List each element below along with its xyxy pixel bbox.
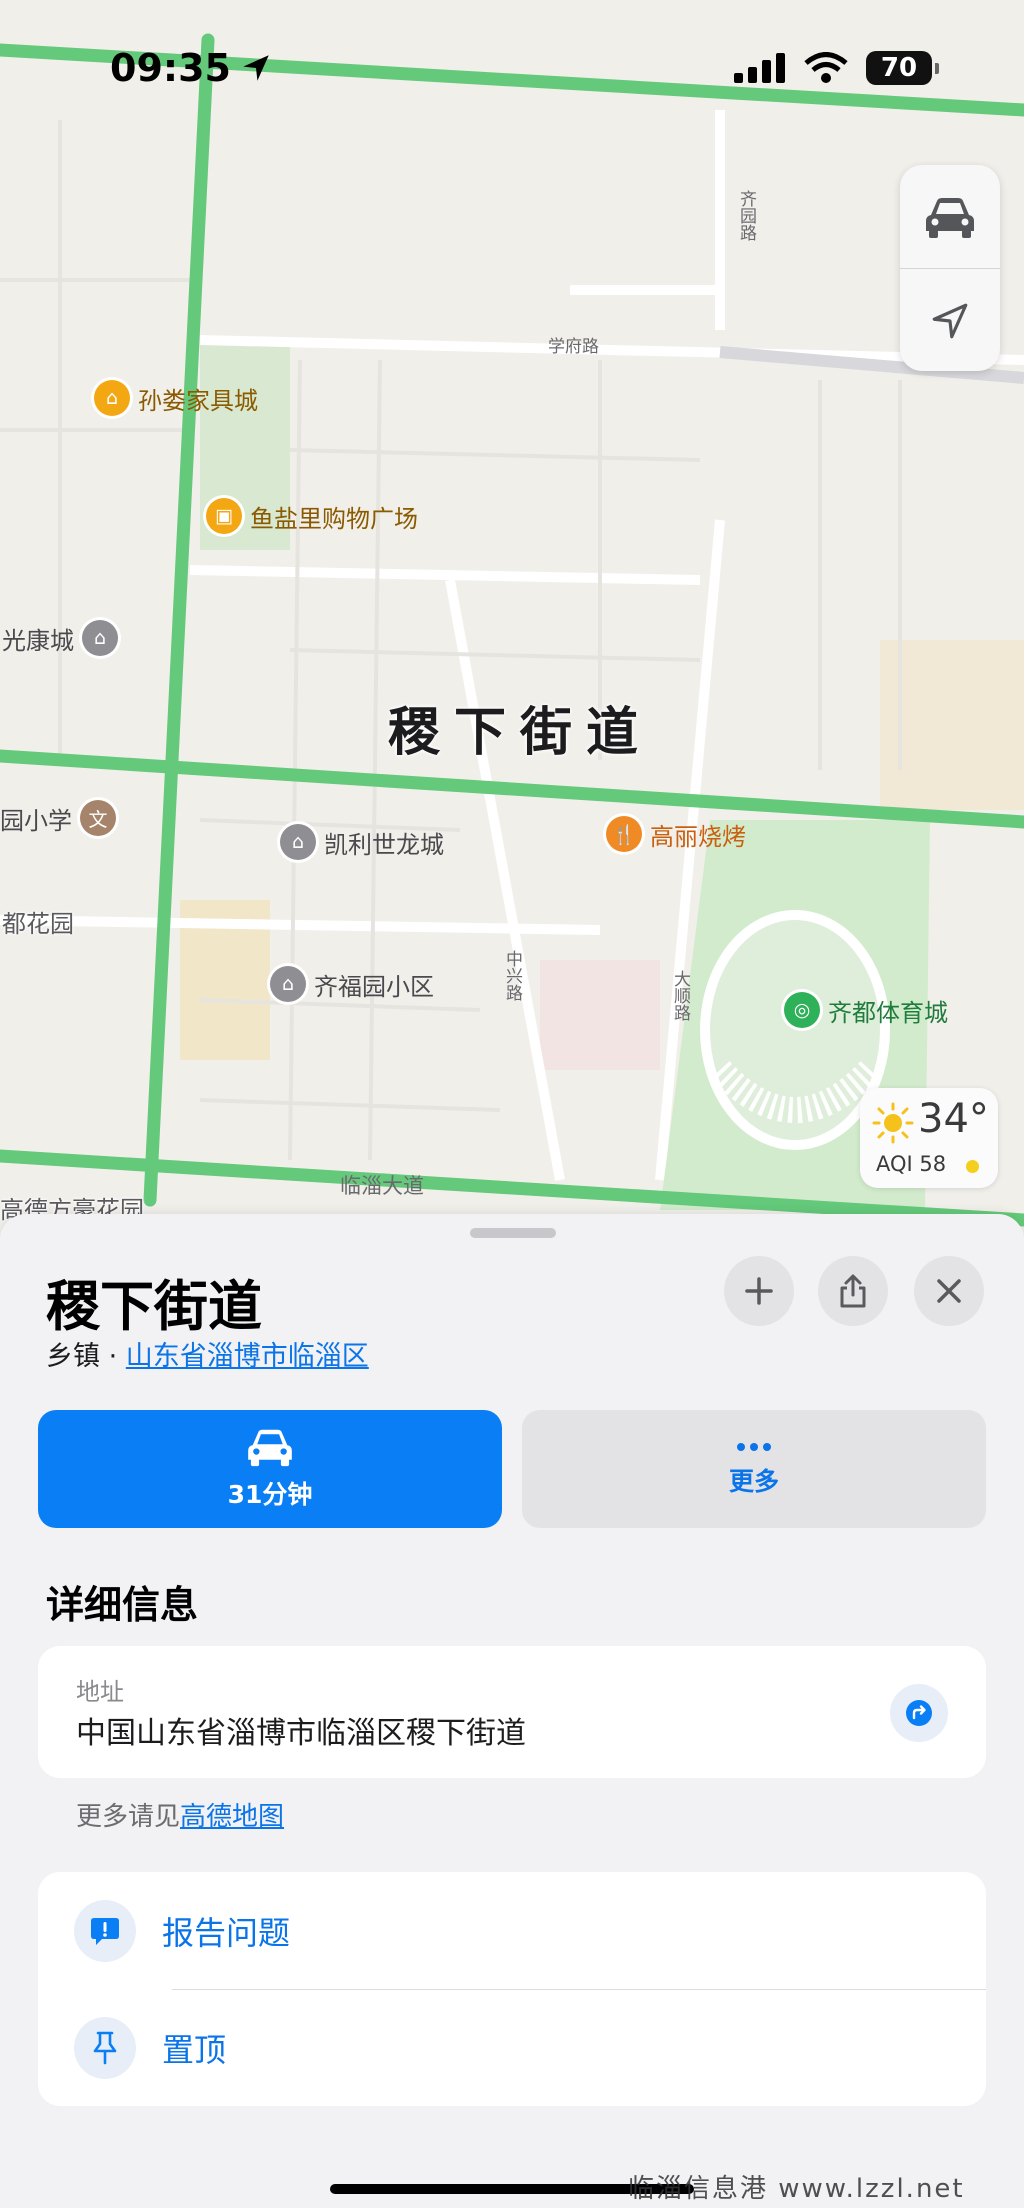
exclamation-bubble-icon — [91, 1917, 119, 1945]
status-indicators: 70 — [734, 44, 939, 92]
address-value: 中国山东省淄博市临淄区稷下街道 — [76, 1716, 526, 1751]
directions-button[interactable]: 31分钟 — [38, 1410, 502, 1528]
poi-school[interactable]: 文 园小学 — [0, 800, 116, 836]
plus-icon — [745, 1277, 773, 1305]
more-actions-button[interactable]: 更多 — [522, 1410, 986, 1528]
place-sheet: 稷下街道 乡镇 · 山东省淄博市临淄区 31分钟 更多 详细信息 地址 中国山东… — [0, 1214, 1024, 2208]
stadium-icon: ◎ — [784, 992, 820, 1028]
navigate-to-address-button[interactable] — [890, 1684, 948, 1742]
school-icon: 文 — [80, 800, 116, 836]
watermark: 临淄信息港 www.lzzl.net — [628, 2174, 965, 2204]
report-issue-label: 报告问题 — [162, 1913, 291, 1952]
sun-icon — [872, 1102, 914, 1144]
close-icon — [937, 1279, 961, 1303]
location-arrow-icon — [243, 55, 269, 81]
restaurant-icon: 🍴 — [606, 816, 642, 852]
poi-sunlou-furniture[interactable]: ⌂ 孙娄家具城 — [94, 380, 258, 416]
car-icon — [248, 1429, 292, 1467]
actions-list: 报告问题 置顶 — [38, 1872, 986, 2106]
place-subtitle: 乡镇 · 山东省淄博市临淄区 — [46, 1334, 369, 1373]
poi-label: 齐都体育城 — [828, 998, 948, 1027]
poi-label: 园小学 — [0, 806, 72, 835]
drive-time: 31分钟 — [227, 1480, 313, 1509]
road-label-xuefu: 学府路 — [548, 337, 599, 357]
residential-icon: ⌂ — [82, 620, 118, 656]
aqi-value: AQI 58 — [876, 1152, 947, 1176]
wifi-icon — [804, 52, 848, 83]
more-label: 更多 — [728, 1467, 779, 1496]
locate-me-button[interactable] — [900, 268, 1000, 371]
map-view[interactable]: 学府路 齐园路 中兴路 大顺路 临淄大道 都花园 高德方豪花园 稷下街道 ⌂ 孙… — [0, 0, 1024, 1240]
residential-icon: ⌂ — [280, 824, 316, 860]
pin-icon-wrap — [74, 2016, 136, 2079]
pushpin-icon — [93, 2031, 117, 2064]
poi-qidu-sports-city[interactable]: ◎ 齐都体育城 — [784, 992, 948, 1028]
poi-gaoli-bbq[interactable]: 🍴 高丽烧烤 — [606, 816, 746, 852]
poi-kaili-shilong[interactable]: ⌂ 凯利世龙城 — [280, 824, 444, 860]
temperature: 34° — [918, 1096, 989, 1142]
poi-label: 高丽烧烤 — [650, 822, 746, 851]
furniture-icon: ⌂ — [94, 380, 130, 416]
poi-label: 鱼盐里购物广场 — [250, 504, 418, 533]
map-canvas[interactable] — [0, 0, 1024, 1240]
report-icon-wrap — [74, 1899, 136, 1962]
turn-arrow-icon — [906, 1700, 932, 1726]
add-button[interactable] — [724, 1256, 794, 1326]
location-arrow-outline-icon — [932, 303, 968, 338]
time-text: 09:35 — [110, 46, 231, 90]
transport-mode-button[interactable] — [900, 165, 1000, 268]
share-icon — [840, 1274, 866, 1308]
poi-yuyanli-mall[interactable]: ▣ 鱼盐里购物广场 — [206, 498, 418, 534]
aqi-status-dot — [966, 1160, 979, 1173]
address-label: 地址 — [76, 1678, 124, 1706]
car-icon — [926, 197, 974, 238]
cellular-signal-icon — [734, 53, 785, 83]
poi-label: 孙娄家具城 — [138, 386, 258, 415]
district-label[interactable]: 稷下街道 — [388, 690, 652, 765]
poi-qifuyuan[interactable]: ⌂ 齐福园小区 — [270, 966, 434, 1002]
sheet-grabber[interactable] — [470, 1228, 556, 1238]
more-info: 更多请见高德地图 — [76, 1796, 284, 1833]
share-button[interactable] — [818, 1256, 888, 1326]
road-label-linzi: 临淄大道 — [340, 1174, 424, 1198]
amap-link[interactable]: 高德地图 — [180, 1802, 284, 1832]
details-heading: 详细信息 — [46, 1583, 199, 1627]
battery-indicator: 70 — [866, 51, 939, 85]
residential-icon: ⌂ — [270, 966, 306, 1002]
ellipsis-icon — [737, 1443, 771, 1451]
region-link[interactable]: 山东省淄博市临淄区 — [126, 1341, 369, 1372]
pin-row[interactable]: 置顶 — [38, 1989, 986, 2106]
status-time: 09:35 — [110, 44, 273, 92]
battery-level: 70 — [880, 53, 918, 83]
place-title: 稷下街道 — [46, 1275, 262, 1338]
poi-label: 凯利世龙城 — [324, 830, 444, 859]
more-info-prefix: 更多请见 — [76, 1802, 181, 1832]
weather-badge[interactable]: 34° AQI 58 — [860, 1088, 998, 1188]
report-issue-row[interactable]: 报告问题 — [38, 1872, 986, 1989]
subtitle-separator: · — [108, 1341, 118, 1372]
road-label-qiyuan: 齐园路 — [736, 190, 756, 241]
area-label-duhuayuan: 都花园 — [2, 910, 74, 938]
pin-label: 置顶 — [162, 2030, 227, 2069]
place-category: 乡镇 — [46, 1341, 100, 1372]
road-label-dashun: 大顺路 — [670, 970, 690, 1021]
poi-label: 光康城 — [2, 626, 74, 655]
address-card[interactable]: 地址 中国山东省淄博市临淄区稷下街道 — [38, 1646, 986, 1778]
shopping-bag-icon: ▣ — [206, 498, 242, 534]
poi-guangkang[interactable]: ⌂ 光康城 — [2, 620, 118, 656]
close-button[interactable] — [914, 1256, 984, 1326]
road-label-zhongxing: 中兴路 — [502, 950, 522, 1001]
map-controls — [900, 165, 1000, 371]
poi-label: 齐福园小区 — [314, 972, 434, 1001]
